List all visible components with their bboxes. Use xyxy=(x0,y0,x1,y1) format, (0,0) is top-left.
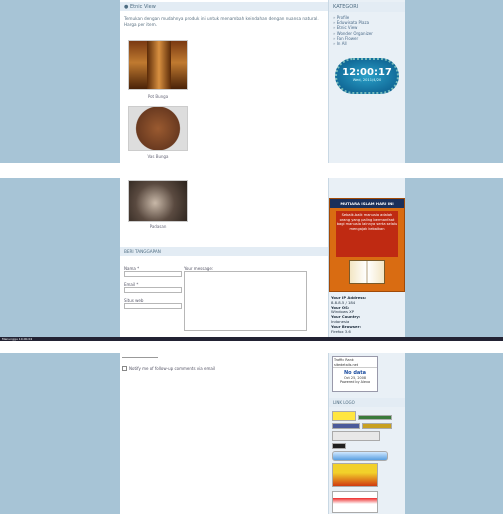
link-badge[interactable] xyxy=(332,443,346,449)
link-badge[interactable] xyxy=(362,423,392,429)
clock-widget: 12:00:17 Wed, 2011/4/20 xyxy=(335,58,399,94)
left-margin xyxy=(0,353,120,514)
clock-date: Wed, 2011/4/20 xyxy=(352,78,382,82)
link-badge[interactable] xyxy=(332,411,356,421)
page-title-bar: ● Etnic View xyxy=(120,2,328,11)
comment-title: BERI TANGGAPAN xyxy=(120,247,328,256)
right-margin xyxy=(405,178,503,341)
product-caption: Pot Bunga xyxy=(147,94,169,99)
left-margin xyxy=(0,0,120,163)
main-content: Padasan BERI TANGGAPAN Nama * Email * Si… xyxy=(120,178,328,341)
website-input[interactable] xyxy=(124,303,182,309)
link-badge[interactable] xyxy=(332,451,388,461)
status-text: Menunggu 10.00.04 xyxy=(2,337,33,341)
pot-stripe xyxy=(147,41,171,89)
browser-value: Firefox 3.6 xyxy=(331,328,351,334)
status-bar: Menunggu 10.00.04 xyxy=(0,337,503,341)
link-badge[interactable] xyxy=(332,463,378,487)
visitor-info: Your IP Address: 8.8.8.5 / 184 Your OS: … xyxy=(331,295,403,334)
screenshot-panel-2: Padasan BERI TANGGAPAN Nama * Email * Si… xyxy=(0,178,503,341)
product-image-pot[interactable] xyxy=(128,40,188,90)
link-badge[interactable] xyxy=(332,423,360,429)
product-caption: Padasan xyxy=(149,224,167,229)
traffic-rank-widget: Traffic Rank sitedetails.net No data Oct… xyxy=(332,356,378,392)
link-badge[interactable] xyxy=(332,431,380,441)
main-content: Notify me of follow-up comments via emai… xyxy=(120,353,328,514)
product-caption: Vas Bunga xyxy=(147,154,169,159)
product-image-padasan[interactable] xyxy=(128,180,188,222)
message-textarea[interactable] xyxy=(184,271,307,331)
notify-checkbox[interactable] xyxy=(122,366,127,371)
screenshot-panel-1: ● Etnic View Temukan dengan mudahnya pro… xyxy=(0,0,503,163)
quran-icon xyxy=(349,260,385,284)
category-list: Profile Eduwisata Plaza Etnic View Wonde… xyxy=(329,12,405,49)
sidebar: KATEGORI Profile Eduwisata Plaza Etnic V… xyxy=(328,0,405,163)
traffic-site: sitedetails.net xyxy=(333,363,377,368)
category-title: KATEGORI xyxy=(329,2,405,12)
link-badge[interactable] xyxy=(358,415,392,420)
right-margin xyxy=(405,0,503,163)
left-margin xyxy=(0,178,120,341)
mutiara-widget: MUTIARA ISLAM HARI INI Sebaik-baik manus… xyxy=(329,198,405,292)
mutiara-text: Sebaik-baik manusia adalah orang yang pa… xyxy=(336,211,398,257)
mutiara-title: MUTIARA ISLAM HARI INI xyxy=(330,199,404,208)
page-title: Etnic View xyxy=(129,4,156,10)
email-input[interactable] xyxy=(124,287,182,293)
link-badge[interactable] xyxy=(332,491,378,513)
clock-time: 12:00:17 xyxy=(342,67,392,78)
screenshot-panel-3: Notify me of follow-up comments via emai… xyxy=(0,353,503,514)
name-input[interactable] xyxy=(124,271,182,277)
product-image-vase[interactable] xyxy=(128,106,188,151)
intro-text: Temukan dengan mudahnya produk ini untuk… xyxy=(124,16,319,27)
right-margin xyxy=(405,353,503,514)
sidebar: Traffic Rank sitedetails.net No data Oct… xyxy=(328,353,405,514)
submit-separator xyxy=(122,357,158,358)
traffic-powered: Powered by Alexa xyxy=(339,380,371,384)
links-title: LINK LOGO xyxy=(329,398,405,407)
notify-label: Notify me of follow-up comments via emai… xyxy=(129,366,216,371)
category-item[interactable]: In All xyxy=(333,41,401,46)
main-content: ● Etnic View Temukan dengan mudahnya pro… xyxy=(120,0,328,163)
sidebar: MUTIARA ISLAM HARI INI Sebaik-baik manus… xyxy=(328,178,405,341)
